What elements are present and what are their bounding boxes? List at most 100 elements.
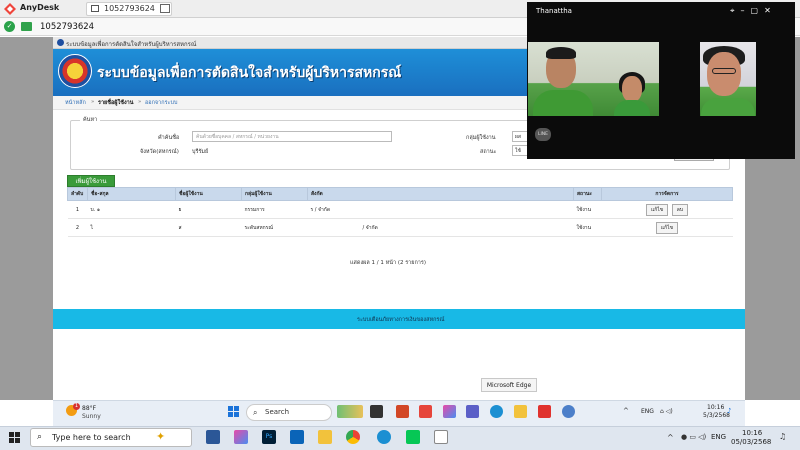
windows-start-icon[interactable] <box>228 406 240 418</box>
col-header: ลำดับ <box>67 187 88 201</box>
cooperative-logo-icon <box>58 54 92 88</box>
line-logo-icon: LINE <box>535 128 551 141</box>
browser-tab-title[interactable]: ระบบข้อมูลเพื่อการตัดสินใจสำหรับผู้บริหา… <box>66 39 196 49</box>
cell-group: ระดับสหกรณ์ <box>241 218 308 237</box>
breadcrumb-separator: » <box>91 99 95 105</box>
file-explorer-icon[interactable] <box>514 405 527 418</box>
outlook-icon[interactable] <box>290 430 304 444</box>
cell-no: 2 <box>67 218 88 237</box>
monitor-icon <box>91 5 99 12</box>
app-icon[interactable] <box>206 430 220 444</box>
search-icon: ⌕ <box>37 432 43 442</box>
pdf-icon[interactable] <box>419 405 432 418</box>
keyword-label: คำค้นชื่อ <box>158 135 180 141</box>
user-group-label: กลุ่มผู้ใช้งาน <box>466 135 496 141</box>
table-header-row: ลำดับ ชื่อ-สกุล ชื่อผู้ใช้งาน กลุ่มผู้ใช… <box>67 187 733 201</box>
cell-status: ใช้งาน <box>573 218 602 237</box>
edge-icon[interactable] <box>490 405 503 418</box>
check-icon: ✓ <box>4 21 15 32</box>
breadcrumb-users-link[interactable]: รายชื่อผู้ใช้งาน <box>98 99 133 107</box>
chrome-icon[interactable] <box>346 430 360 444</box>
weather-condition[interactable]: Sunny <box>82 413 101 420</box>
clock-time[interactable]: 10:16 <box>707 404 724 411</box>
breadcrumb-home-link[interactable]: หน้าหลัก <box>65 99 86 107</box>
session-tab-label: 1052793624 <box>104 4 155 13</box>
clock-date[interactable]: 05/03/2568 <box>731 438 771 446</box>
edge-tooltip: Microsoft Edge <box>481 378 537 392</box>
document-icon[interactable] <box>434 430 448 444</box>
cell-username: ย <box>175 200 242 219</box>
notification-bell-icon[interactable]: ♫ <box>779 432 786 441</box>
anydesk-logo-icon <box>4 3 16 15</box>
app-title: AnyDesk <box>20 3 60 12</box>
table-row: 2 ไ ส ระดับสหกรณ์ / จำกัด ใช้งาน แก้ไข <box>67 218 733 237</box>
person-head <box>707 52 741 96</box>
person-head <box>622 76 642 102</box>
address-value[interactable]: 1052793624 <box>40 22 94 32</box>
pagination-info: แสดงผล 1 / 1 หน้า (2 รายการ) <box>350 260 426 266</box>
person-body <box>533 90 593 116</box>
window-controls-icon[interactable]: ⌖–▢✕ <box>730 6 777 16</box>
person-body <box>701 98 755 116</box>
table-row: 1 บ. ๑ ย กรรมการ ร / จำกัด ใช้งาน แก้ไข … <box>67 200 733 219</box>
col-header: ชื่อ-สกุล <box>87 187 176 201</box>
sparkle-icon[interactable]: ✦ <box>156 430 165 443</box>
notification-bell-icon[interactable]: ♪ <box>727 407 731 415</box>
col-header: ชื่อผู้ใช้งาน <box>175 187 242 201</box>
col-header: สถานะ <box>573 187 602 201</box>
chevron-up-icon[interactable]: ^ <box>667 433 674 442</box>
task-view-icon[interactable] <box>370 405 383 418</box>
photoshop-icon[interactable]: Ps <box>262 430 276 444</box>
window-icon[interactable] <box>160 4 170 13</box>
cell-status: ใช้งาน <box>573 200 602 219</box>
clock-time[interactable]: 10:16 <box>742 429 762 437</box>
footer-text: ระบบเตือนภัยทางการเงินของสหกรณ์ <box>357 317 445 323</box>
language-indicator[interactable]: ENG <box>641 408 654 415</box>
person-hair <box>546 47 576 59</box>
anydesk-icon[interactable] <box>538 405 551 418</box>
language-indicator[interactable]: ENG <box>711 433 726 441</box>
local-search-label: Type here to search <box>52 433 131 442</box>
edge-icon[interactable] <box>377 430 391 444</box>
cell-actions: แก้ไข ลบ <box>601 200 733 219</box>
caller-name: Thanattha <box>536 7 572 15</box>
remote-search-label: Search <box>265 408 290 416</box>
users-table: ลำดับ ชื่อ-สกุล ชื่อผู้ใช้งาน กลุ่มผู้ใช… <box>67 187 733 237</box>
search-legend: ค้นหา <box>80 116 101 124</box>
cooperative-app-icon[interactable] <box>562 405 575 418</box>
favicon-icon <box>57 39 64 46</box>
logout-link[interactable]: ออกจากระบบ <box>145 99 177 107</box>
cell-name: ไ <box>87 218 176 237</box>
remote-monitor-icon[interactable] <box>21 22 32 31</box>
cell-group: กรรมการ <box>241 200 308 219</box>
col-header: การจัดการ <box>601 187 733 201</box>
province-label: จังหวัด(สหกรณ์) <box>140 149 179 155</box>
network-volume-icon[interactable]: ⌂ ◁) <box>660 408 673 415</box>
chevron-up-icon[interactable]: ^ <box>623 407 629 415</box>
breadcrumb-separator: » <box>138 99 142 105</box>
line-icon[interactable] <box>406 430 420 444</box>
cell-affiliation: / จำกัด <box>307 218 574 237</box>
copilot-icon[interactable] <box>443 405 456 418</box>
edit-button[interactable]: แก้ไข <box>655 221 679 234</box>
cell-affiliation: ร / จำกัด <box>307 200 574 219</box>
cell-no: 1 <box>67 200 88 219</box>
copilot-icon[interactable] <box>234 430 248 444</box>
site-title: ระบบข้อมูลเพื่อการตัดสินใจสำหรับผู้บริหา… <box>97 65 402 81</box>
delete-button[interactable]: ลบ <box>671 203 689 216</box>
add-user-button[interactable]: เพิ่มผู้ใช้งาน <box>67 175 115 187</box>
person-body <box>614 100 650 116</box>
weather-badge: 1 <box>73 403 80 410</box>
status-label: สถานะ <box>480 149 497 155</box>
file-explorer-icon[interactable] <box>318 430 332 444</box>
windows-start-icon[interactable] <box>9 432 20 443</box>
weather-temperature[interactable]: 88°F <box>82 405 96 412</box>
edit-button[interactable]: แก้ไข <box>645 203 669 216</box>
powerpoint-icon[interactable] <box>396 405 409 418</box>
province-value: บุรีรัมย์ <box>192 149 209 155</box>
teams-icon[interactable] <box>466 405 479 418</box>
clock-date[interactable]: 5/3/2568 <box>703 412 730 419</box>
keyword-input[interactable]: ค้นด้วยชื่อบุคคล / สหกรณ์ / หน่วยงาน <box>192 131 392 142</box>
tray-icons[interactable]: ● ▭ ◁) <box>681 433 706 441</box>
search-highlight-icon[interactable] <box>337 405 363 418</box>
